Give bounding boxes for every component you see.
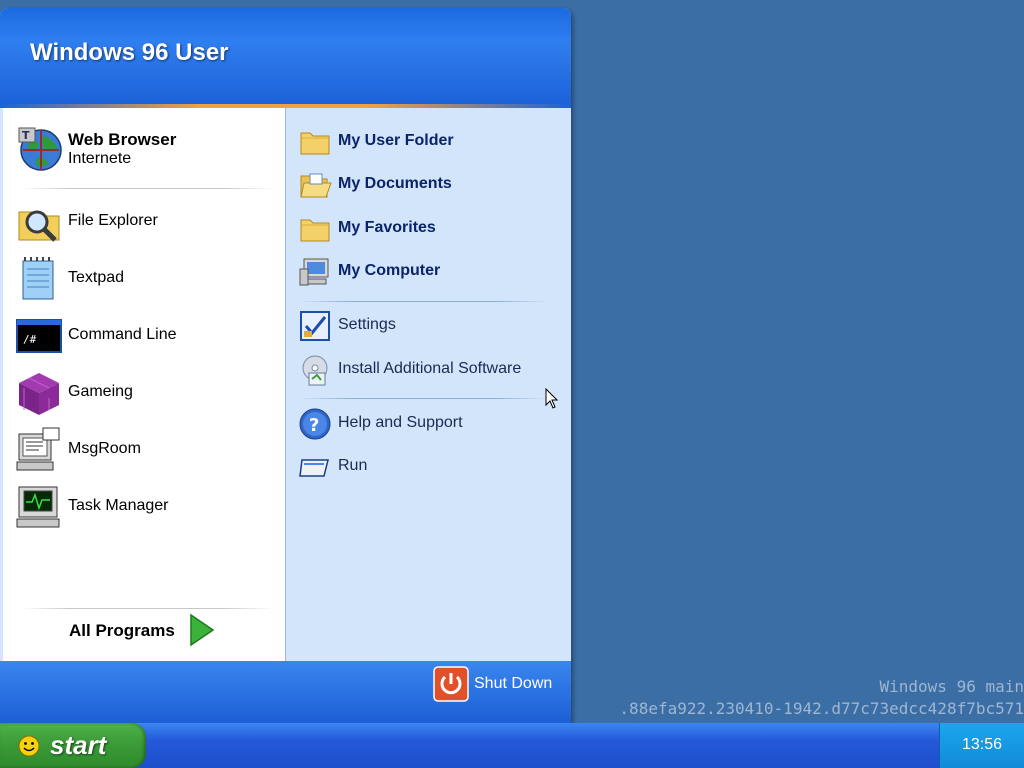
program-label: File Explorer — [68, 212, 158, 229]
start-label: start — [50, 730, 107, 760]
system-tray: 13:56 — [939, 723, 1024, 768]
user-name: Windows 96 User — [30, 39, 229, 66]
chat-computer-icon — [16, 427, 60, 471]
system-settings[interactable]: Settings — [298, 309, 563, 345]
folder-icon — [300, 132, 330, 155]
run-label: Run — [338, 457, 368, 474]
run[interactable]: Run — [298, 450, 563, 486]
pinned-title: Web Browser — [68, 130, 177, 149]
program-command-line[interactable]: /# Command Line — [15, 312, 275, 362]
place-my-favorites[interactable]: My Favorites — [298, 212, 563, 248]
program-label: Task Manager — [68, 497, 169, 514]
program-label: Textpad — [68, 269, 125, 286]
cube-icon — [19, 373, 59, 415]
program-label: Command Line — [68, 326, 177, 343]
mouse-cursor-icon — [545, 388, 559, 409]
shut-down-button[interactable]: Shut Down — [433, 666, 563, 702]
taskbar: start 13:56 — [0, 723, 1024, 768]
program-textpad[interactable]: Textpad — [15, 255, 275, 305]
help-and-support[interactable]: ? Help and Support — [298, 407, 563, 443]
places-pane: My User Folder My Documents My Favorites — [285, 108, 569, 661]
run-icon — [299, 459, 329, 477]
program-file-explorer[interactable]: File Explorer — [15, 198, 275, 248]
shut-down-label: Shut Down — [474, 675, 553, 692]
separator — [298, 301, 548, 302]
settings-check-icon — [300, 311, 330, 341]
svg-text:/#: /# — [23, 333, 37, 346]
folder-search-icon — [18, 210, 60, 242]
help-icon: ? — [299, 408, 331, 440]
system-install-software[interactable]: Install Additional Software — [298, 353, 563, 389]
open-folder-icon — [300, 173, 332, 198]
green-arrow-icon — [190, 613, 215, 647]
separator — [21, 188, 273, 189]
start-button[interactable]: start — [0, 723, 146, 768]
svg-text:T: T — [22, 129, 30, 142]
program-msgroom[interactable]: MsgRoom — [15, 426, 275, 476]
terminal-icon: /# — [16, 319, 62, 353]
place-my-computer[interactable]: My Computer — [298, 255, 563, 291]
place-my-documents[interactable]: My Documents — [298, 168, 563, 204]
start-menu-header: Windows 96 User — [0, 8, 571, 104]
system-label: Settings — [338, 316, 396, 333]
place-label: My Favorites — [338, 219, 436, 236]
all-programs-label: All Programs — [69, 621, 175, 640]
svg-text:?: ? — [309, 415, 319, 436]
help-label: Help and Support — [338, 414, 463, 431]
folder-icon — [300, 219, 330, 242]
clock[interactable]: 13:56 — [940, 736, 1024, 754]
all-programs-button[interactable]: All Programs — [69, 613, 229, 655]
globe-icon: T — [18, 127, 62, 171]
separator — [298, 398, 548, 399]
program-gameing[interactable]: Gameing — [15, 369, 275, 419]
pinned-subtitle: Internete — [68, 150, 132, 167]
monitor-pulse-icon — [16, 486, 60, 528]
place-label: My Documents — [338, 175, 452, 192]
place-label: My Computer — [338, 262, 441, 279]
pinned-web-browser[interactable]: T Web Browser Internete — [15, 124, 275, 174]
program-label: MsgRoom — [68, 440, 141, 457]
system-label: Install Additional Software — [338, 360, 522, 377]
power-icon — [433, 666, 469, 702]
start-menu: Windows 96 User T Web Browser Internete — [0, 8, 571, 723]
programs-pane: T Web Browser Internete File Explorer Te… — [3, 108, 285, 661]
smiley-icon — [18, 735, 40, 757]
install-disc-icon — [302, 355, 328, 386]
watermark-line-2: .88efa922.230410-1942.d77c73edcc428f7bc5… — [619, 699, 1024, 718]
build-watermark: Windows 96 main .88efa922.230410-1942.d7… — [619, 676, 1024, 720]
program-label: Gameing — [68, 383, 133, 400]
computer-icon — [299, 258, 329, 286]
watermark-line-1: Windows 96 main — [879, 677, 1024, 696]
program-task-manager[interactable]: Task Manager — [15, 483, 275, 533]
separator — [21, 608, 273, 609]
notepad-icon — [22, 257, 54, 300]
place-label: My User Folder — [338, 132, 454, 149]
place-my-user-folder[interactable]: My User Folder — [298, 125, 563, 161]
